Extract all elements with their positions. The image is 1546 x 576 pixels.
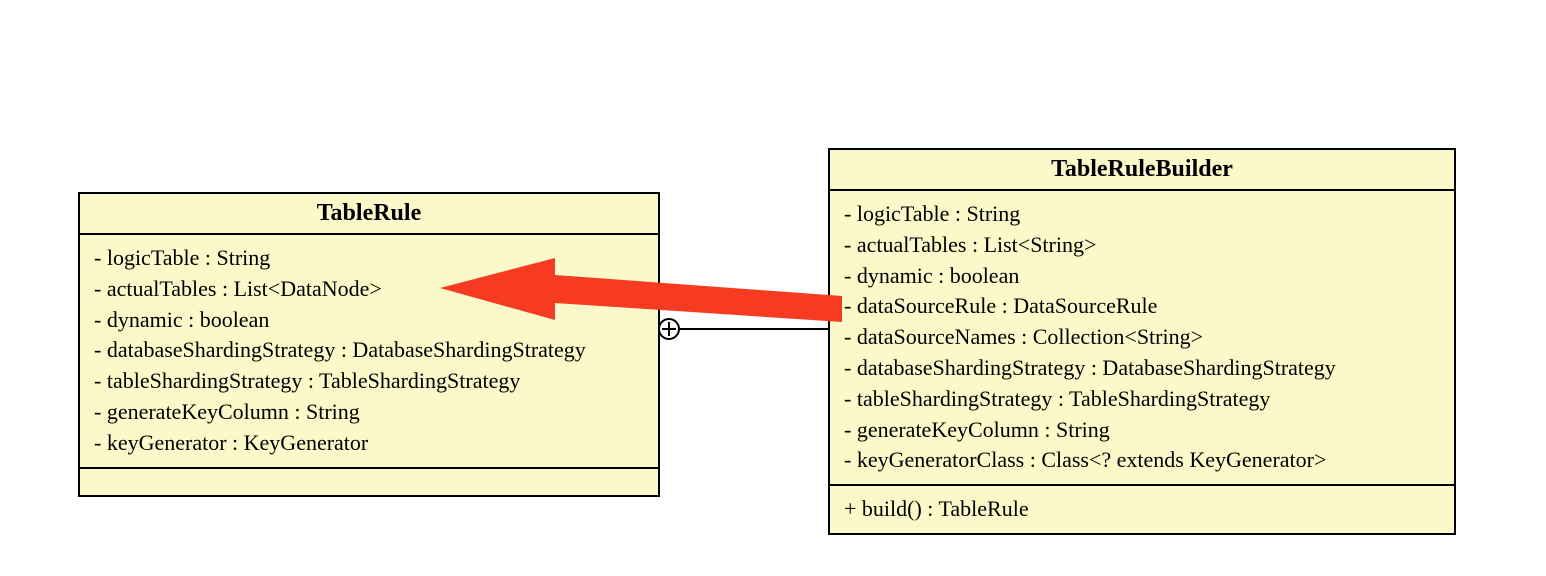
attr-row: - generateKeyColumn : String xyxy=(94,397,644,428)
attr-row: - keyGenerator : KeyGenerator xyxy=(94,428,644,459)
class-tablerule: TableRule - logicTable : String - actual… xyxy=(78,192,660,497)
attr-row: - databaseShardingStrategy : DatabaseSha… xyxy=(94,335,644,366)
attr-row: - dataSourceRule : DataSourceRule xyxy=(844,291,1440,322)
attr-row: - logicTable : String xyxy=(844,199,1440,230)
class-title: TableRuleBuilder xyxy=(830,150,1454,191)
attr-row: - actualTables : List<String> xyxy=(844,230,1440,261)
attr-row: - logicTable : String xyxy=(94,243,644,274)
attr-row: - dataSourceNames : Collection<String> xyxy=(844,322,1440,353)
nesting-connector-icon xyxy=(658,318,680,340)
uml-diagram: TableRule - logicTable : String - actual… xyxy=(0,0,1546,576)
attr-row: - tableShardingStrategy : TableShardingS… xyxy=(94,366,644,397)
class-operations: + build() : TableRule xyxy=(830,486,1454,533)
attr-row: - dynamic : boolean xyxy=(94,305,644,336)
attr-row: - keyGeneratorClass : Class<? extends Ke… xyxy=(844,445,1440,476)
attr-row: - actualTables : List<DataNode> xyxy=(94,274,644,305)
class-attributes: - logicTable : String - actualTables : L… xyxy=(80,235,658,469)
attr-row: - tableShardingStrategy : TableShardingS… xyxy=(844,384,1440,415)
class-attributes: - logicTable : String - actualTables : L… xyxy=(830,191,1454,486)
attr-row: - databaseShardingStrategy : DatabaseSha… xyxy=(844,353,1440,384)
class-title: TableRule xyxy=(80,194,658,235)
op-row: + build() : TableRule xyxy=(844,494,1440,525)
class-operations xyxy=(80,469,658,495)
class-tablerulebuilder: TableRuleBuilder - logicTable : String -… xyxy=(828,148,1456,535)
attr-row: - generateKeyColumn : String xyxy=(844,415,1440,446)
attr-row: - dynamic : boolean xyxy=(844,261,1440,292)
